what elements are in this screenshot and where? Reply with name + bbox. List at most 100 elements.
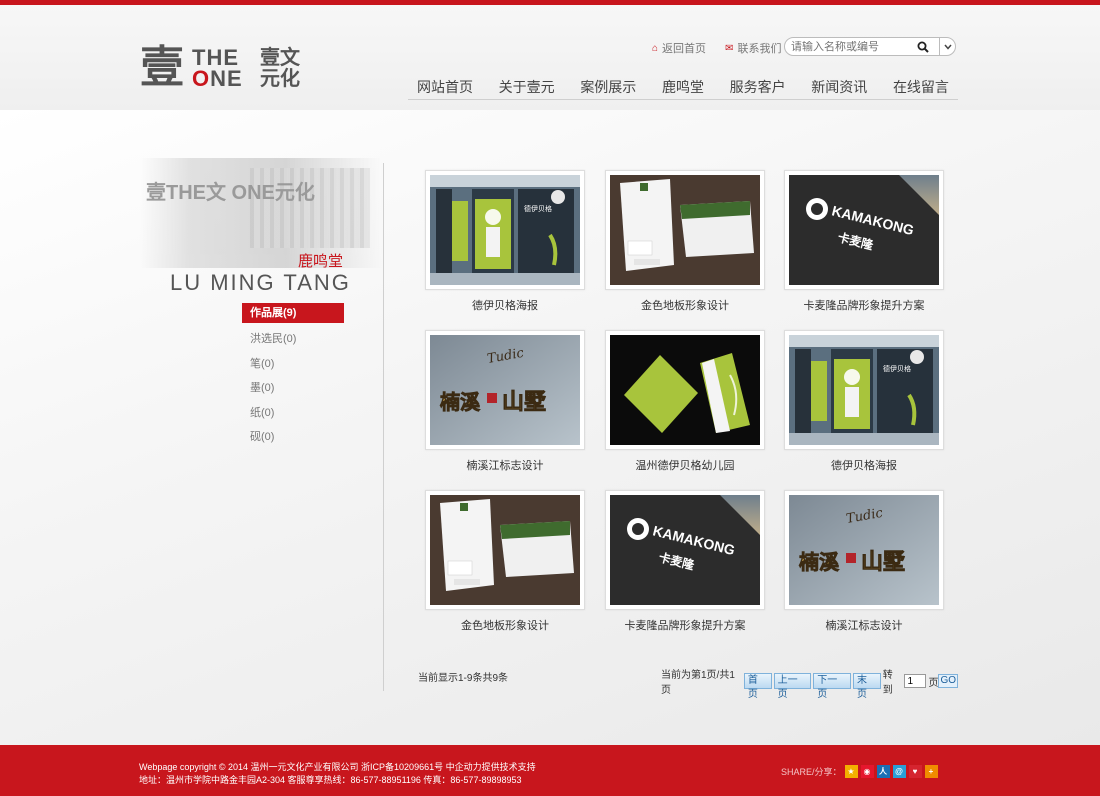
next-page-button[interactable]: 下一页 [813, 673, 851, 700]
logo-chinese-line2: 元化 [260, 68, 300, 90]
work-thumbnail[interactable]: 德伊贝格 [784, 330, 944, 450]
work-thumbnail[interactable]: KAMAKONG 卡麦隆 [784, 170, 944, 290]
share-icons: ★ ◉ 人 @ ♥ + [842, 765, 938, 778]
goto-label: 转到 [882, 670, 893, 696]
posters-image: 德伊贝格 [789, 335, 939, 445]
top-links: ⌂ 返回首页 ✉ 联系我们 [652, 40, 798, 56]
work-caption[interactable]: 楠溪江标志设计 [784, 617, 944, 633]
work-caption[interactable]: 金色地板形象设计 [425, 617, 585, 633]
svg-text:山墅: 山墅 [502, 390, 546, 415]
sidebar-item-paper[interactable]: 纸(0) [242, 401, 344, 426]
search-button[interactable] [915, 39, 931, 55]
work-caption[interactable]: 卡麦隆品牌形象提升方案 [784, 297, 944, 313]
footer-address: 地址：温州市学院中路金丰园A2-304 客服尊享热线：86-577-889511… [139, 775, 522, 785]
more-share-icon[interactable]: + [924, 765, 938, 778]
tencent-weibo-icon[interactable]: @ [892, 765, 906, 778]
work-card[interactable]: KAMAKONG 卡麦隆 卡麦隆品牌形象提升方案 [784, 170, 944, 313]
work-thumbnail[interactable]: Tudic 楠溪 山墅 [784, 490, 944, 610]
work-thumbnail[interactable] [425, 490, 585, 610]
sidebar-item-ink[interactable]: 墨(0) [242, 376, 344, 401]
logo-one-o: O [192, 66, 211, 91]
last-page-button[interactable]: 末页 [852, 673, 881, 700]
posters-image: 德伊贝格 [430, 175, 580, 285]
work-caption[interactable]: 温州德伊贝格幼儿园 [605, 457, 765, 473]
contact-link[interactable]: ✉ 联系我们 [725, 40, 789, 56]
pagination-controls: 当前为第1页/共1页 首页 上一页 下一页 末页 转到 页 GO [661, 666, 959, 700]
nav-message[interactable]: 在线留言 [884, 72, 958, 99]
footer: Webpage copyright © 2014 温州一元文化产业有限公司 浙I… [0, 745, 1100, 796]
work-card[interactable]: 金色地板形象设计 [605, 170, 765, 313]
share-label: SHARE/分享： [781, 767, 842, 777]
section-title-cn: 鹿鸣堂 [298, 253, 344, 270]
work-caption[interactable]: 楠溪江标志设计 [425, 457, 585, 473]
work-caption[interactable]: 金色地板形象设计 [605, 297, 765, 313]
kaixin-icon[interactable]: ♥ [908, 765, 922, 778]
work-thumbnail[interactable]: 德伊贝格 [425, 170, 585, 290]
home-icon: ⌂ [652, 42, 659, 54]
nav-clients[interactable]: 服务客户 [721, 72, 795, 99]
work-card[interactable]: Tudic 楠溪 山墅 楠溪江标志设计 [784, 490, 944, 633]
work-card[interactable]: Tudic 楠溪 山墅 楠溪江标志设计 [425, 330, 585, 473]
nav-news[interactable]: 新闻资讯 [802, 72, 876, 99]
work-card[interactable]: 温州德伊贝格幼儿园 [605, 330, 765, 473]
photo-logo-text: 壹THE文 ONE元化 [146, 182, 315, 204]
svg-text:山墅: 山墅 [861, 550, 905, 575]
page-unit-label: 页 [928, 677, 939, 689]
first-page-button[interactable]: 首页 [743, 673, 772, 700]
footer-copyright: Webpage copyright © 2014 温州一元文化产业有限公司 浙I… [139, 762, 536, 772]
sina-weibo-icon[interactable]: ◉ [860, 765, 874, 778]
search-box [784, 37, 956, 56]
work-thumbnail[interactable]: Tudic 楠溪 山墅 [425, 330, 585, 450]
chevron-down-icon [943, 44, 952, 50]
page-number-input[interactable] [904, 674, 927, 688]
nav-luming[interactable]: 鹿鸣堂 [653, 72, 713, 99]
stationery-image [430, 495, 580, 605]
svg-text:德伊贝格: 德伊贝格 [524, 204, 552, 213]
work-caption[interactable]: 德伊贝格海报 [425, 297, 585, 313]
go-button[interactable]: GO [938, 674, 959, 688]
logo-chinese-line1: 壹文 [260, 47, 300, 69]
sidebar-item-hongxuanmin[interactable]: 洪选民(0) [242, 327, 344, 352]
prev-page-button[interactable]: 上一页 [773, 673, 812, 700]
home-link[interactable]: ⌂ 返回首页 [652, 40, 714, 56]
sidebar-item-inkstone[interactable]: 砚(0) [242, 425, 344, 450]
pagination-summary: 当前显示1-9条共9条 [418, 673, 509, 684]
nav-cases[interactable]: 案例展示 [571, 72, 645, 99]
nav-about[interactable]: 关于壹元 [490, 72, 564, 99]
kamakong-image: KAMAKONG 卡麦隆 [610, 495, 760, 605]
work-thumbnail[interactable]: KAMAKONG 卡麦隆 [605, 490, 765, 610]
search-icon [917, 41, 929, 53]
work-thumbnail[interactable] [605, 170, 765, 290]
work-card[interactable]: 德伊贝格 德伊贝格海报 [784, 330, 944, 473]
search-dropdown[interactable] [939, 38, 955, 55]
villa-logo-image: Tudic 楠溪 山墅 [430, 335, 580, 445]
qzone-icon[interactable]: ★ [844, 765, 858, 778]
sidebar-item-works[interactable]: 作品展(9) [242, 303, 344, 323]
nav-home[interactable]: 网站首页 [408, 72, 482, 99]
work-card[interactable]: KAMAKONG 卡麦隆 卡麦隆品牌形象提升方案 [605, 490, 765, 633]
kamakong-image: KAMAKONG 卡麦隆 [789, 175, 939, 285]
logo-one-text: ONE [192, 68, 243, 90]
contact-link-label: 联系我们 [737, 43, 782, 55]
work-card[interactable]: 德伊贝格 德伊贝格海报 [425, 170, 585, 313]
work-caption[interactable]: 德伊贝格海报 [784, 457, 944, 473]
work-card[interactable]: 金色地板形象设计 [425, 490, 585, 633]
search-input[interactable] [791, 40, 915, 53]
logo-one-ne: NE [210, 66, 243, 91]
work-thumbnail[interactable] [605, 330, 765, 450]
works-grid: 德伊贝格 德伊贝格海报 金色地板形象设计 KAMAKONG 卡麦隆 卡麦隆品牌形… [425, 170, 945, 640]
renren-icon[interactable]: 人 [876, 765, 890, 778]
work-caption[interactable]: 卡麦隆品牌形象提升方案 [605, 617, 765, 633]
section-title-en: LU MING TANG [170, 270, 351, 295]
logo-mark: 壹 [140, 42, 184, 93]
content-divider [383, 163, 384, 691]
stationery-image [610, 175, 760, 285]
brochure-image [610, 335, 760, 445]
sidebar-photo: 壹THE文 ONE元化 [140, 158, 383, 268]
pagination: 当前显示1-9条共9条 当前为第1页/共1页 首页 上一页 下一页 末页 转到 … [418, 666, 959, 700]
svg-text:德伊贝格: 德伊贝格 [883, 364, 911, 373]
svg-text:楠溪: 楠溪 [799, 550, 840, 574]
home-link-label: 返回首页 [662, 43, 707, 55]
sidebar-item-brush[interactable]: 笔(0) [242, 352, 344, 377]
site-logo[interactable]: 壹 THE ONE 壹文 元化 [140, 44, 310, 96]
